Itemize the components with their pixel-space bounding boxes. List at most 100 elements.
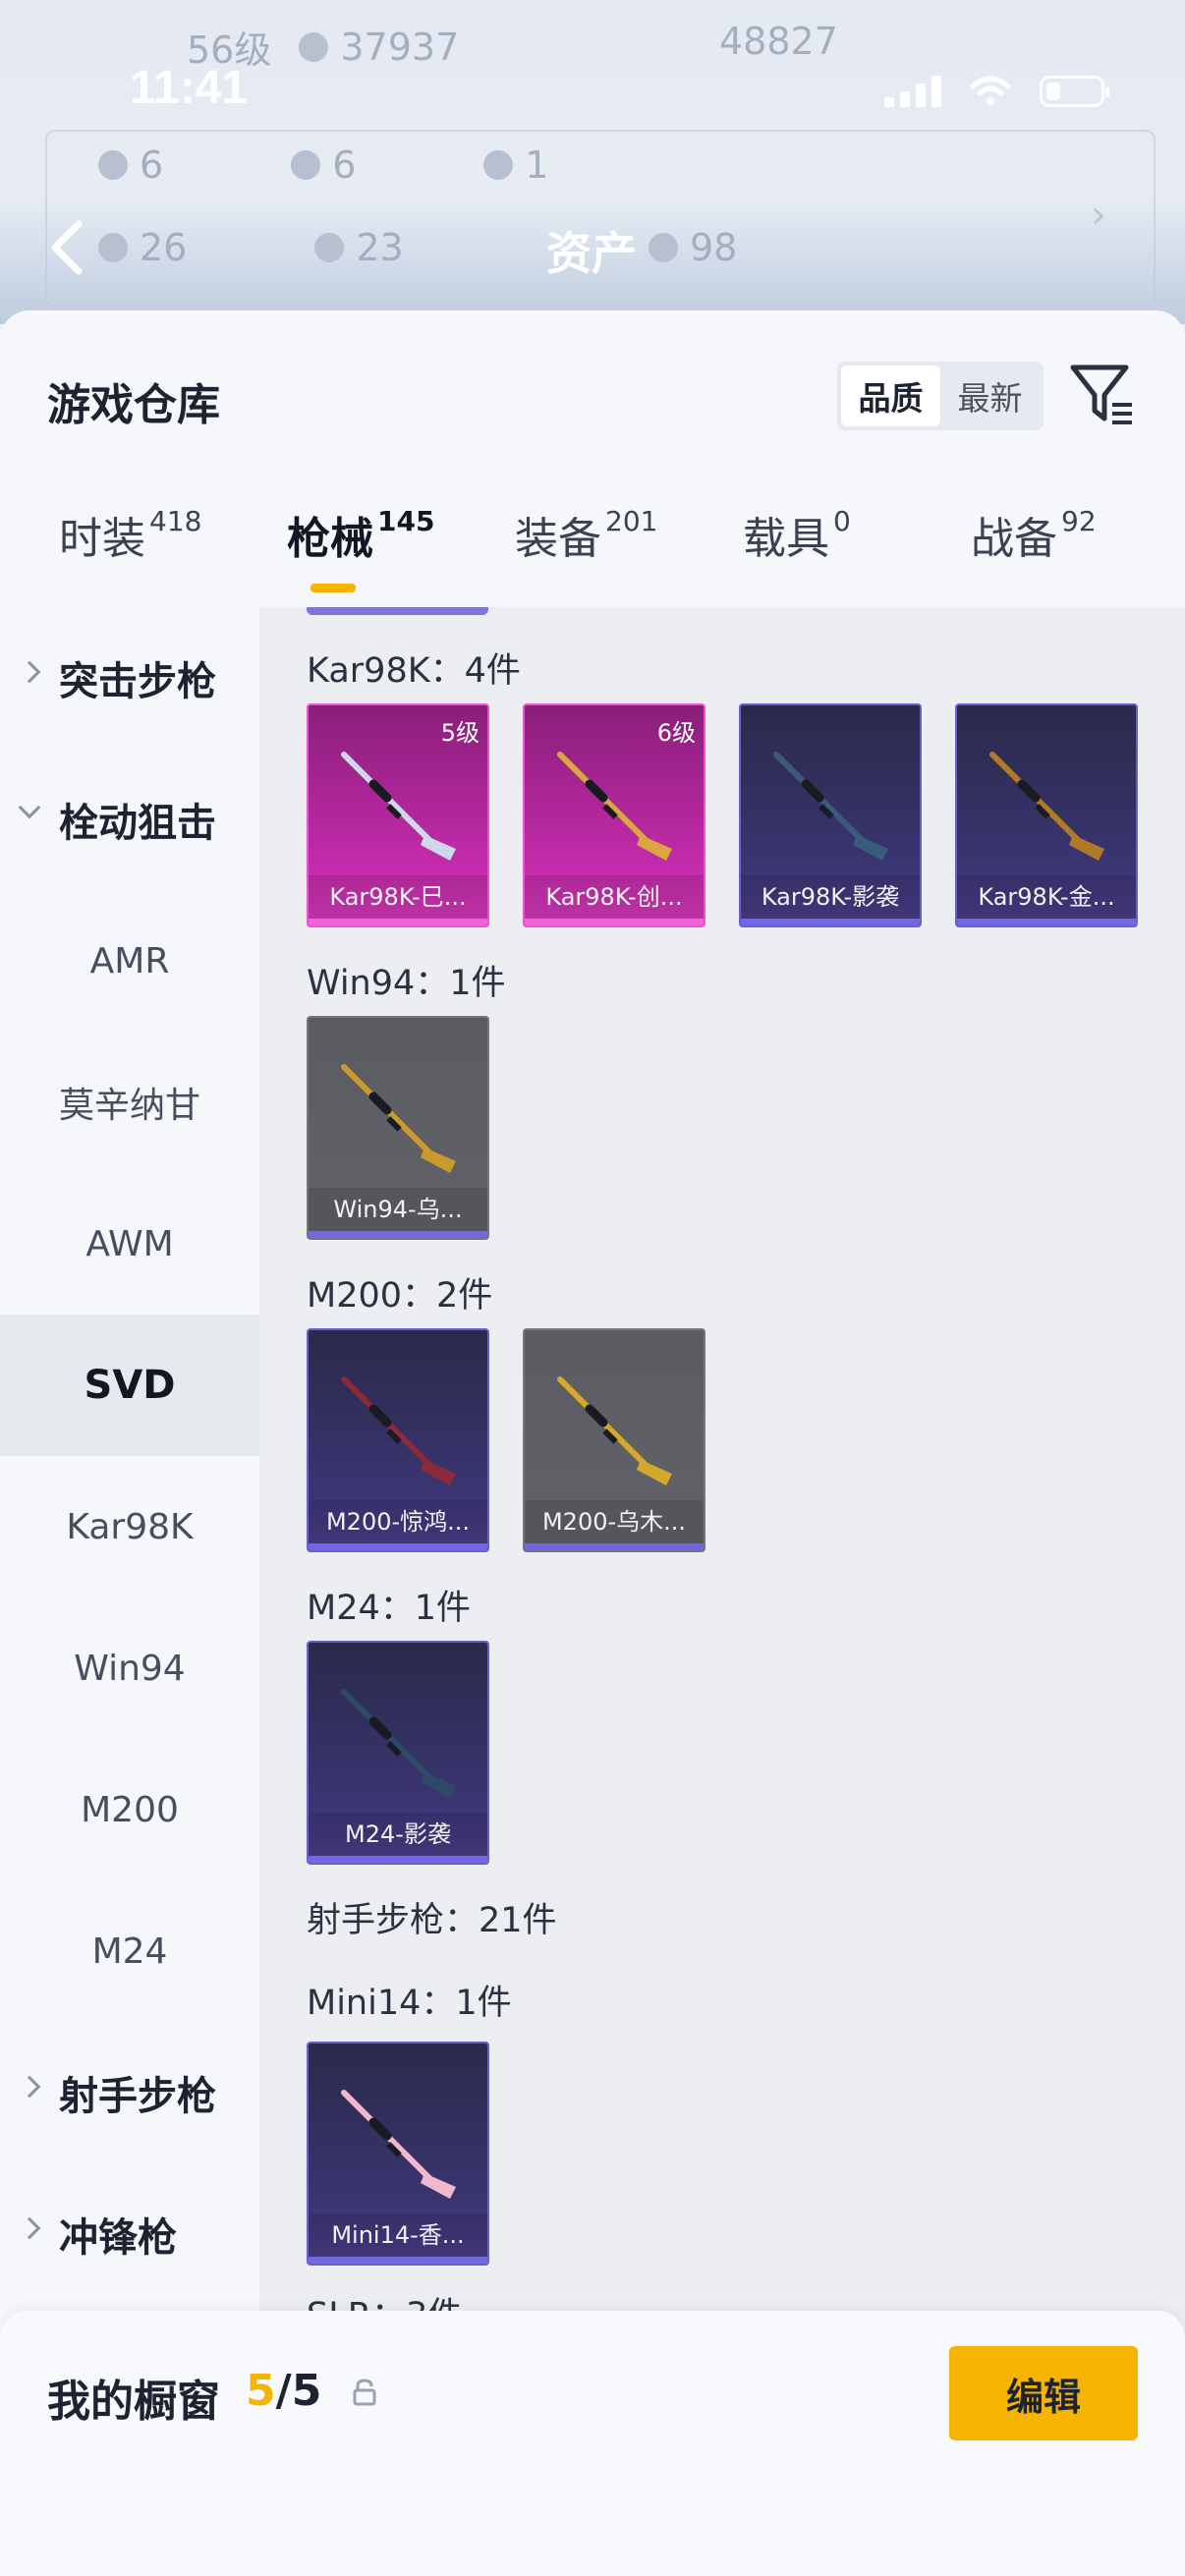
showcase-count: 5/5 (246, 2366, 321, 2416)
sidebar-item-m24[interactable]: M24 (0, 1880, 259, 2022)
weapon-name: M24-影袭 (309, 1813, 487, 1856)
system-icons (884, 75, 1109, 108)
sidebar-item-marksman-rifle[interactable]: 射手步枪 (0, 2022, 259, 2163)
sidebar-item-awm[interactable]: AWM (0, 1173, 259, 1315)
weapon-name: Mini14-香... (309, 2213, 487, 2257)
upgrade-level-badge: 6级 (656, 719, 696, 747)
sort-toggle[interactable]: 品质 最新 (837, 362, 1044, 430)
group-label-win94: Win94：1件 (307, 964, 506, 1003)
sidebar-item-assault-rifle[interactable]: 突击步枪 (0, 607, 259, 749)
sidebar-item-win94[interactable]: Win94 (0, 1597, 259, 1739)
sort-newest[interactable]: 最新 (940, 365, 1040, 426)
rifle-icon (341, 2090, 456, 2199)
weapon-grid: Kar98K：4件 Win94：1件 M200：2件 M24：1件 射手步枪：2… (259, 607, 1185, 2366)
sidebar-item-bolt-sniper[interactable]: 栓动狙击 (0, 749, 259, 890)
category-tabs: 时装 418 枪械 145 装备 201 载具 0 战备 92 (0, 503, 1185, 611)
rifle-icon (341, 1689, 456, 1798)
rifle-icon (341, 1064, 456, 1173)
sidebar-item-m200[interactable]: M200 (0, 1739, 259, 1880)
rifle-icon (341, 1376, 456, 1485)
group-label-kar98k: Kar98K：4件 (307, 651, 521, 691)
warehouse-sheet: 游戏仓库 品质 最新 时装 418 枪械 145 装备 201 载具 0 战备 92 突击… (0, 310, 1185, 2576)
chevron-right-icon (18, 660, 41, 684)
sidebar-item-smg[interactable]: 冲锋枪 (0, 2163, 259, 2305)
rarity-bar (309, 1856, 487, 1863)
tab-guns[interactable]: 枪械 145 (287, 503, 434, 566)
filter-icon[interactable] (1069, 360, 1136, 430)
group-label-m24: M24：1件 (307, 1589, 472, 1628)
showcase-separator: / (275, 2366, 292, 2416)
cellular-signal-icon (884, 76, 941, 107)
rarity-bar (309, 1543, 487, 1550)
group-label-mini14: Mini14：1件 (307, 1984, 512, 2023)
background-asset-header: 56级 37937 48827 6 6 1 26 23 98 11:41 资产 … (0, 0, 1185, 324)
weapon-card[interactable]: M200-乌木... (523, 1328, 705, 1552)
weapon-card[interactable]: 6级 Kar98K-创... (523, 703, 705, 927)
rarity-bar (741, 919, 920, 925)
wifi-icon (970, 76, 1011, 105)
weapon-card[interactable]: Win94-乌... (307, 1016, 489, 1240)
sidebar-item-mosin[interactable]: 莫辛纳甘 (0, 1032, 259, 1173)
status-time: 11:41 (130, 62, 249, 114)
weapon-card[interactable]: 5级 Kar98K-巳... (307, 703, 489, 927)
bg-stat: 26 (98, 226, 187, 269)
weapon-name: M200-惊鸿... (309, 1500, 487, 1543)
rarity-bar (309, 1231, 487, 1238)
battery-icon (1040, 76, 1109, 107)
group-label-marksman: 射手步枪：21件 (307, 1901, 557, 1940)
group-label-m200: M200：2件 (307, 1276, 493, 1316)
back-arrow-icon[interactable] (43, 218, 92, 277)
sheet-header: 游戏仓库 品质 最新 时装 418 枪械 145 装备 201 载具 0 战备 92 (0, 310, 1185, 607)
rifle-icon (557, 1376, 672, 1485)
stat-icon (98, 150, 128, 180)
stat-icon (483, 150, 514, 180)
sort-quality[interactable]: 品质 (841, 365, 940, 426)
rarity-bar (525, 919, 704, 925)
weapon-card[interactable]: M24-影袭 (307, 1641, 489, 1865)
stat-icon (314, 233, 345, 262)
weapon-card[interactable]: Kar98K-影袭 (739, 703, 922, 927)
showcase-current: 5 (246, 2366, 276, 2416)
sidebar-item-svd[interactable]: SVD (0, 1315, 259, 1456)
rarity-bar (525, 1543, 704, 1550)
weapon-name: Kar98K-影袭 (741, 875, 920, 919)
showcase-title: 我的橱窗 (47, 2377, 220, 2427)
chevron-down-icon (18, 796, 41, 819)
bg-stat: 1 (483, 143, 549, 187)
weapon-name: Kar98K-金... (957, 875, 1136, 919)
lock-icon (353, 2379, 376, 2406)
tab-fashion[interactable]: 时装 418 (59, 503, 201, 566)
upgrade-level-badge: 5级 (440, 719, 480, 747)
bg-stat: 6 (291, 143, 356, 187)
rarity-bar (957, 919, 1136, 925)
coin-icon (299, 31, 329, 62)
tab-equipment[interactable]: 装备 201 (515, 503, 657, 566)
weapon-name: Kar98K-创... (525, 875, 704, 919)
scrolled-card-edge (307, 607, 488, 615)
chevron-right-icon (18, 2216, 41, 2240)
bg-stats-row-2: 26 23 (98, 226, 404, 269)
chevron-right-icon (18, 2075, 41, 2099)
tab-supplies[interactable]: 战备 92 (971, 503, 1097, 566)
rarity-bar (309, 2257, 487, 2264)
weapon-card[interactable]: M200-惊鸿... (307, 1328, 489, 1552)
bg-stat: 23 (314, 226, 404, 269)
showcase-bar: 我的橱窗 5/5 编辑 (0, 2311, 1185, 2576)
weapon-card[interactable]: Kar98K-金... (955, 703, 1138, 927)
stat-icon (649, 233, 678, 262)
edit-button[interactable]: 编辑 (949, 2346, 1138, 2440)
sidebar-item-kar98k[interactable]: Kar98K (0, 1456, 259, 1597)
rifle-icon (557, 752, 672, 861)
weapon-name: M200-乌木... (525, 1500, 704, 1543)
weapon-type-sidebar: 突击步枪 栓动狙击 AMR 莫辛纳甘 AWM SVD Kar98K Win94 … (0, 607, 259, 2366)
chevron-right-icon: › (1091, 193, 1106, 238)
tab-vehicles[interactable]: 载具 0 (743, 503, 851, 566)
weapon-card[interactable]: Mini14-香... (307, 2042, 489, 2266)
rifle-icon (341, 752, 456, 861)
bg-stats-row-1: 6 6 1 (98, 143, 549, 187)
rifle-icon (773, 752, 888, 861)
rifle-icon (989, 752, 1104, 861)
rarity-bar (309, 919, 487, 925)
warehouse-title: 游戏仓库 (47, 380, 220, 430)
sidebar-item-amr[interactable]: AMR (0, 890, 259, 1032)
